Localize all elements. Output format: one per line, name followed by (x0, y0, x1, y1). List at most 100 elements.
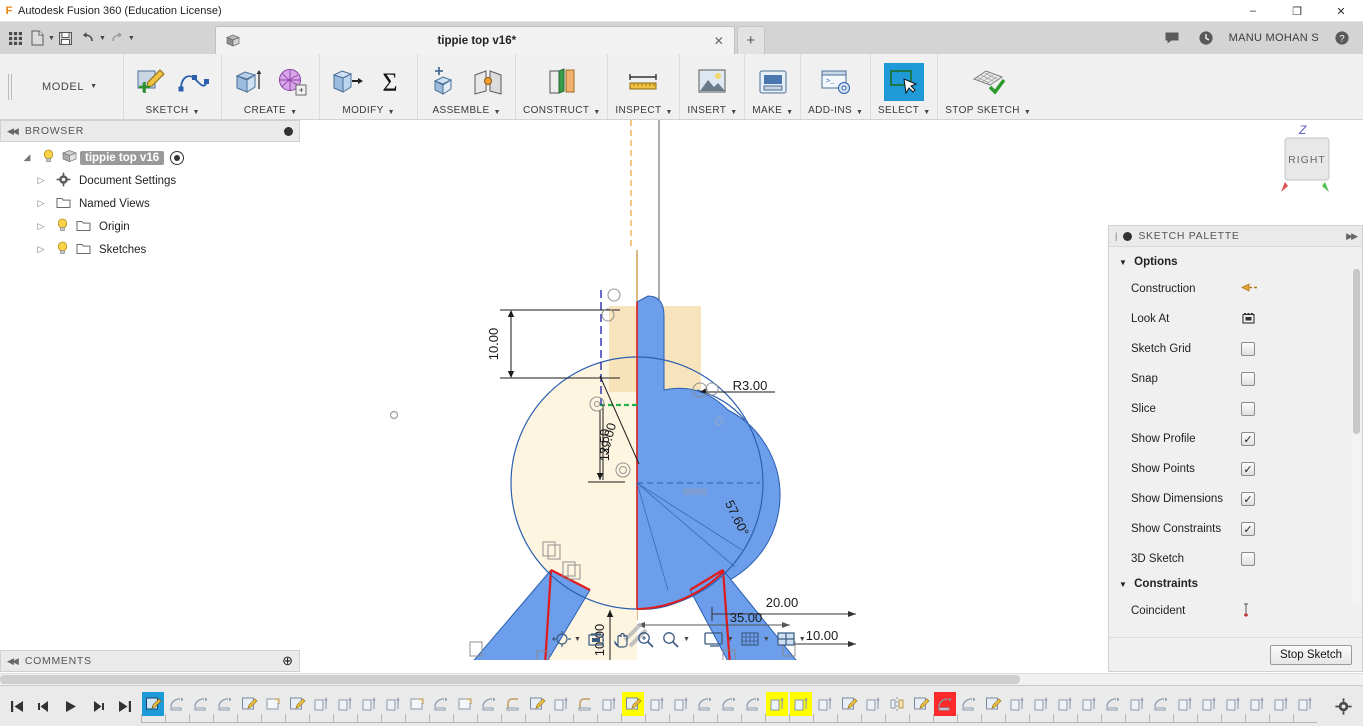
palette-row-3d-sketch[interactable]: 3D Sketch (1109, 544, 1362, 574)
viewports-icon[interactable]: ▼ (775, 630, 806, 648)
timeline-item[interactable] (525, 689, 549, 727)
timeline-item[interactable] (1005, 689, 1029, 727)
timeline-item[interactable] (909, 689, 933, 727)
expander-icon[interactable]: ▷ (30, 198, 52, 209)
offset-plane-icon[interactable] (542, 63, 582, 101)
palette-row-snap[interactable]: Snap (1109, 364, 1362, 394)
timeline-item[interactable] (837, 689, 861, 727)
chevron-down-icon[interactable]: ▼ (1119, 258, 1127, 267)
coincident-icon[interactable] (1241, 603, 1255, 620)
timeline-item[interactable] (621, 689, 645, 727)
chevron-down-icon[interactable]: ▼ (856, 109, 863, 116)
new-tab-button[interactable]: + (737, 26, 765, 54)
palette-row-show-dimensions[interactable]: Show Dimensions ✓ (1109, 484, 1362, 514)
fit-icon[interactable]: ▼ (661, 630, 690, 648)
new-file-caret-icon[interactable]: ▼ (48, 35, 55, 42)
collapse-icon[interactable]: ◀◀ (7, 126, 17, 137)
tree-item-origin[interactable]: ▷ Origin (0, 215, 300, 238)
timeline-item[interactable] (1101, 689, 1125, 727)
pan-icon[interactable] (611, 630, 631, 648)
timeline-item[interactable] (285, 689, 309, 727)
timeline-item[interactable] (165, 689, 189, 727)
timeline-item[interactable] (237, 689, 261, 727)
palette-row-sketch-grid[interactable]: Sketch Grid (1109, 334, 1362, 364)
snap-checkbox[interactable] (1241, 372, 1255, 386)
timeline-item[interactable] (189, 689, 213, 727)
chevron-down-icon[interactable]: ▼ (388, 109, 395, 116)
joint-icon[interactable] (468, 63, 508, 101)
timeline-item[interactable] (1197, 689, 1221, 727)
timeline-item[interactable] (381, 689, 405, 727)
undo-caret-icon[interactable]: ▼ (99, 35, 106, 42)
sketch-grid-checkbox[interactable] (1241, 342, 1255, 356)
palette-row-construction[interactable]: Construction (1109, 274, 1362, 304)
chevron-down-icon[interactable]: ▼ (290, 109, 297, 116)
viewcube[interactable]: Z RIGHT (1267, 120, 1343, 198)
chevron-down-icon[interactable]: ▼ (1024, 109, 1031, 116)
stop-sketch-button[interactable]: Stop Sketch (1270, 645, 1352, 665)
palette-section-constraints[interactable]: ▼ Constraints (1109, 574, 1362, 596)
close-icon[interactable]: ✕ (714, 34, 724, 48)
add-comment-icon[interactable]: ⊕ (282, 653, 293, 669)
slice-checkbox[interactable] (1241, 402, 1255, 416)
lightbulb-icon[interactable] (52, 218, 72, 235)
timeline-item[interactable] (693, 689, 717, 727)
timeline-item[interactable] (765, 689, 789, 727)
save-icon[interactable] (55, 27, 77, 49)
timeline-item[interactable] (1245, 689, 1269, 727)
chevron-down-icon[interactable]: ▼ (90, 83, 97, 90)
tree-item-document-settings[interactable]: ▷ Document Settings (0, 169, 300, 192)
comments-icon[interactable] (1161, 27, 1183, 49)
timeline-settings-gear-icon[interactable] (1323, 698, 1363, 715)
timeline-item[interactable] (309, 689, 333, 727)
tree-item-sketches[interactable]: ▷ Sketches (0, 238, 300, 261)
lightbulb-icon[interactable] (52, 241, 72, 258)
expander-icon[interactable]: ▷ (30, 221, 52, 232)
timeline-item[interactable] (1173, 689, 1197, 727)
document-tab[interactable]: tippie top v16* ✕ (215, 26, 735, 54)
timeline-item[interactable] (477, 689, 501, 727)
collapse-icon[interactable]: ◀◀ (7, 656, 17, 667)
measure-icon[interactable] (624, 63, 664, 101)
palette-scrollbar[interactable] (1352, 269, 1361, 603)
orbit-icon[interactable]: ▼ (552, 630, 581, 648)
skip-start-icon[interactable] (4, 692, 29, 720)
user-name[interactable]: MANU MOHAN S (1229, 32, 1319, 44)
grid-snap-icon[interactable]: ▼ (739, 630, 770, 648)
timeline-item[interactable] (429, 689, 453, 727)
expand-icon[interactable]: ▶▶ (1346, 231, 1356, 242)
chevron-down-icon[interactable]: ▼ (574, 636, 581, 643)
show-points-checkbox[interactable]: ✓ (1241, 462, 1255, 476)
timeline-item[interactable] (573, 689, 597, 727)
chevron-down-icon[interactable]: ▼ (923, 109, 930, 116)
timeline-item[interactable] (1221, 689, 1245, 727)
show-profile-checkbox[interactable]: ✓ (1241, 432, 1255, 446)
look-at-icon[interactable] (1241, 311, 1256, 328)
tree-item-named-views[interactable]: ▷ Named Views (0, 192, 300, 215)
timeline-item[interactable] (1053, 689, 1077, 727)
timeline-item[interactable] (597, 689, 621, 727)
timeline-item[interactable] (1125, 689, 1149, 727)
horizontal-scrollbar[interactable] (0, 673, 1363, 685)
timeline-item[interactable] (549, 689, 573, 727)
create-sketch-icon[interactable] (131, 63, 171, 101)
chevron-down-icon[interactable]: ▼ (494, 109, 501, 116)
timeline-item[interactable] (789, 689, 813, 727)
timeline-item[interactable] (1029, 689, 1053, 727)
step-back-icon[interactable] (31, 692, 56, 720)
construction-icon[interactable] (1241, 281, 1258, 297)
palette-section-options[interactable]: ▼ Options (1109, 252, 1362, 274)
spline-icon[interactable] (174, 63, 214, 101)
chevron-down-icon[interactable]: ▼ (730, 109, 737, 116)
palette-row-slice[interactable]: Slice (1109, 394, 1362, 424)
history-icon[interactable] (1195, 27, 1217, 49)
expander-icon[interactable]: ▷ (30, 175, 52, 186)
browser-menu-icon[interactable] (284, 127, 293, 136)
select-window-icon[interactable] (884, 63, 924, 101)
timeline-item[interactable] (501, 689, 525, 727)
close-button[interactable]: ✕ (1319, 0, 1363, 22)
timeline-item[interactable] (981, 689, 1005, 727)
display-settings-icon[interactable]: ▼ (703, 630, 734, 648)
chevron-down-icon[interactable]: ▼ (763, 636, 770, 643)
timeline-item[interactable] (741, 689, 765, 727)
